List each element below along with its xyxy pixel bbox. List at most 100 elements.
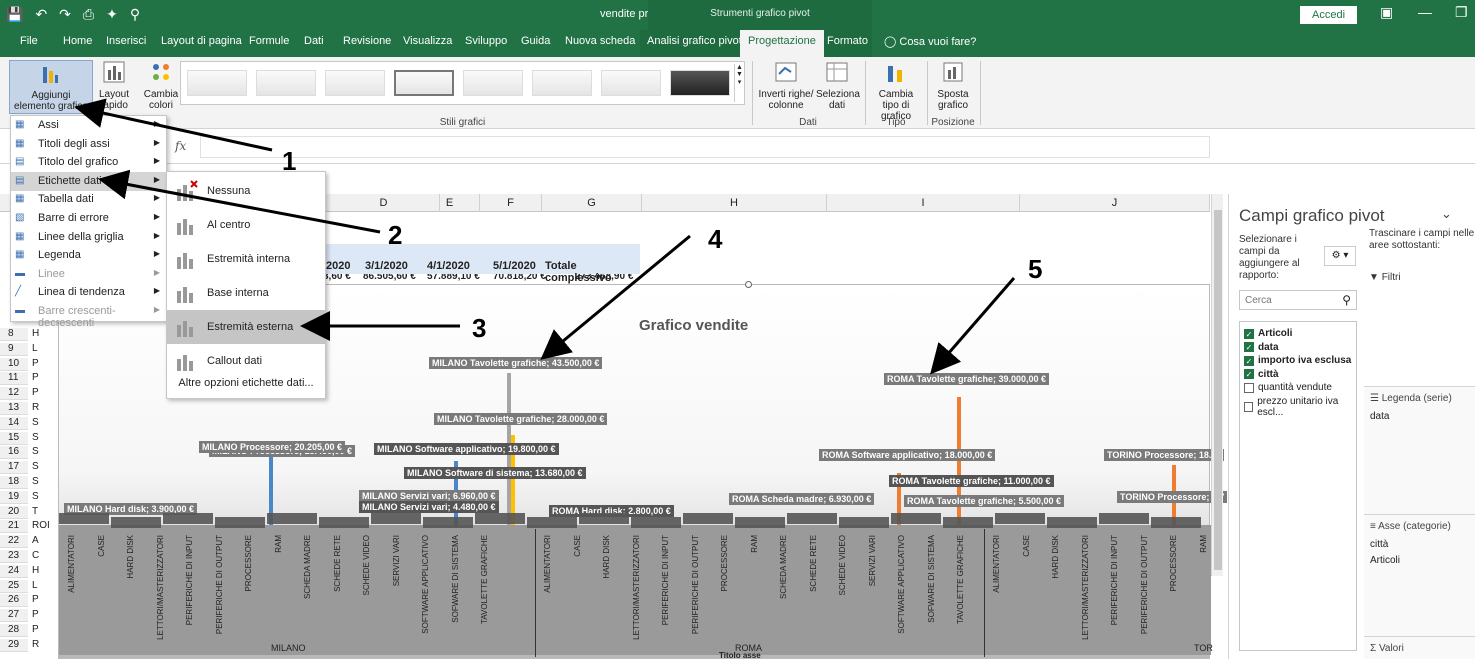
- row-number[interactable]: 25: [0, 579, 28, 593]
- menu-item[interactable]: ▦ Assi ▶: [11, 116, 166, 135]
- checkbox-icon[interactable]: [1244, 382, 1254, 393]
- scrollbar-thumb[interactable]: [1214, 210, 1222, 570]
- axis-field[interactable]: Articoli: [1370, 555, 1400, 566]
- tab-file[interactable]: File: [20, 35, 38, 47]
- field-item[interactable]: quantità vendute: [1244, 382, 1332, 393]
- data-label[interactable]: MILANO Servizi vari; 4.480,00 €: [359, 501, 499, 513]
- tab-new[interactable]: Nuova scheda: [565, 35, 635, 47]
- row-number[interactable]: 16: [0, 446, 28, 460]
- axis-title[interactable]: Titolo asse: [719, 651, 761, 659]
- ribbon-display-icon[interactable]: ▣: [1380, 4, 1393, 21]
- chart-style-8[interactable]: [670, 70, 730, 96]
- field-item[interactable]: ✓ Articoli: [1244, 328, 1292, 339]
- tab-developer[interactable]: Sviluppo: [465, 35, 507, 47]
- tab-design[interactable]: Progettazione: [740, 30, 824, 57]
- pane-options-chevron-icon[interactable]: ⌄: [1441, 206, 1452, 222]
- row-number[interactable]: 10: [0, 357, 28, 371]
- axis-area[interactable]: ≡ Asse (categorie) città Articoli: [1364, 514, 1475, 636]
- row-number[interactable]: 12: [0, 387, 28, 401]
- row-number[interactable]: 21: [0, 520, 28, 534]
- menu-item[interactable]: ▬ Barre crescenti-decrescenti ▶: [11, 302, 166, 329]
- data-label[interactable]: TORINO Processore; 18.45: [1104, 449, 1225, 461]
- row-number[interactable]: 9: [0, 342, 28, 356]
- gallery-scroll[interactable]: ▲ ▼ ▾: [734, 64, 744, 102]
- insert-function-icon[interactable]: fx: [175, 139, 186, 153]
- data-label[interactable]: ROMA Software applicativo; 18.000,00 €: [819, 449, 996, 461]
- data-label-option[interactable]: Estremità esterna: [167, 310, 325, 344]
- column-header-h[interactable]: H: [642, 194, 827, 212]
- chart-resize-handle[interactable]: [745, 281, 752, 288]
- row-number[interactable]: 20: [0, 505, 28, 519]
- field-item[interactable]: ✓ città: [1244, 369, 1279, 380]
- minimize-icon[interactable]: —: [1418, 4, 1432, 20]
- row-number[interactable]: 23: [0, 550, 28, 563]
- row-number[interactable]: 26: [0, 594, 28, 608]
- chart-title[interactable]: Grafico vendite: [639, 317, 748, 334]
- tab-help[interactable]: Guida: [521, 35, 550, 47]
- data-label-option[interactable]: Callout dati: [167, 344, 325, 378]
- data-label-option[interactable]: Estremità interna: [167, 242, 325, 276]
- data-label[interactable]: MILANO Tavolette grafiche; 43.500,00 €: [429, 357, 603, 369]
- field-search[interactable]: Cerca ⚲: [1239, 290, 1357, 310]
- data-label[interactable]: MILANO Tavolette grafiche; 28.000,00 €: [434, 413, 608, 425]
- menu-item[interactable]: ▦ Tabella dati ▶: [11, 190, 166, 209]
- menu-item[interactable]: ▬ Linee ▶: [11, 265, 166, 284]
- undo-icon[interactable]: ↶: [35, 6, 47, 23]
- row-number[interactable]: 15: [0, 431, 28, 445]
- format-painter-icon[interactable]: ✦: [106, 6, 118, 23]
- vertical-scrollbar[interactable]: [1211, 194, 1223, 576]
- legend-field[interactable]: data: [1370, 411, 1389, 422]
- menu-item[interactable]: ▤ Etichette dati ▶: [11, 171, 166, 191]
- axis-field[interactable]: città: [1370, 539, 1388, 550]
- checkbox-checked-icon[interactable]: ✓: [1244, 369, 1254, 379]
- select-data-button[interactable]: Seleziona dati: [816, 60, 860, 111]
- data-label[interactable]: MILANO Software applicativo; 19.800,00 €: [374, 443, 559, 455]
- data-label[interactable]: MILANO Software di sistema; 13.680,00 €: [404, 467, 586, 479]
- column-header-g[interactable]: G: [542, 194, 642, 212]
- data-label[interactable]: ROMA Tavolette grafiche; 39.000,00 €: [884, 373, 1050, 385]
- tab-page-layout[interactable]: Layout di pagina: [161, 35, 242, 47]
- change-colors-button[interactable]: Cambia colori: [143, 60, 179, 111]
- row-number[interactable]: 14: [0, 416, 28, 430]
- chart-style-5[interactable]: [463, 70, 523, 96]
- row-number[interactable]: 29: [0, 638, 28, 652]
- row-number[interactable]: 28: [0, 624, 28, 637]
- move-chart-button[interactable]: Sposta grafico: [931, 60, 975, 111]
- data-label-option[interactable]: Al centro: [167, 208, 325, 242]
- row-number[interactable]: 17: [0, 461, 28, 475]
- menu-item[interactable]: ╱ Linea di tendenza ▶: [11, 283, 166, 302]
- chart-style-6[interactable]: [532, 70, 592, 96]
- field-item[interactable]: prezzo unitario iva escl...: [1244, 396, 1356, 418]
- tab-review[interactable]: Revisione: [343, 35, 391, 47]
- row-number[interactable]: 8: [0, 328, 28, 341]
- gear-icon[interactable]: ⚙ ▾: [1324, 246, 1356, 266]
- menu-item[interactable]: ▦ Linee della griglia ▶: [11, 228, 166, 247]
- column-header-e[interactable]: E: [420, 194, 480, 212]
- data-label-option[interactable]: Base interna: [167, 276, 325, 310]
- chart-style-2[interactable]: [256, 70, 316, 96]
- row-number[interactable]: 24: [0, 564, 28, 578]
- values-area[interactable]: Σ Valori: [1364, 636, 1475, 659]
- data-label[interactable]: ROMA Tavolette grafiche; 5.500,00 €: [904, 495, 1065, 507]
- row-number[interactable]: 22: [0, 535, 28, 549]
- formula-input[interactable]: [200, 136, 1210, 158]
- add-chart-element-button[interactable]: Aggiungi elemento grafico: [9, 60, 93, 114]
- quick-layout-button[interactable]: Layout rapido: [95, 60, 133, 111]
- menu-item[interactable]: ▤ Titolo del grafico ▶: [11, 153, 166, 172]
- checkbox-icon[interactable]: [1244, 401, 1254, 412]
- print-icon[interactable]: ⎙: [83, 6, 94, 23]
- column-header-j[interactable]: J: [1020, 194, 1210, 212]
- row-number[interactable]: 27: [0, 609, 28, 623]
- chart-styles-gallery[interactable]: ▲ ▼ ▾: [180, 61, 745, 105]
- checkbox-checked-icon[interactable]: ✓: [1244, 355, 1254, 366]
- data-label[interactable]: ROMA Tavolette grafiche; 11.000,00 €: [889, 475, 1054, 487]
- menu-item[interactable]: ▧ Barre di errore ▶: [11, 209, 166, 228]
- legend-area[interactable]: ☰ Legenda (serie) data: [1364, 386, 1475, 514]
- row-number[interactable]: 19: [0, 490, 28, 504]
- switch-row-column-button[interactable]: Inverti righe/ colonne: [758, 60, 814, 111]
- field-item[interactable]: ✓ importo iva esclusa: [1244, 355, 1351, 366]
- more-data-label-options[interactable]: Altre opzioni etichette dati...: [167, 377, 325, 389]
- change-chart-type-button[interactable]: Cambia tipo di grafico: [870, 60, 922, 122]
- data-label[interactable]: ROMA Scheda madre; 6.930,00 €: [729, 493, 875, 505]
- checkbox-checked-icon[interactable]: ✓: [1244, 328, 1254, 339]
